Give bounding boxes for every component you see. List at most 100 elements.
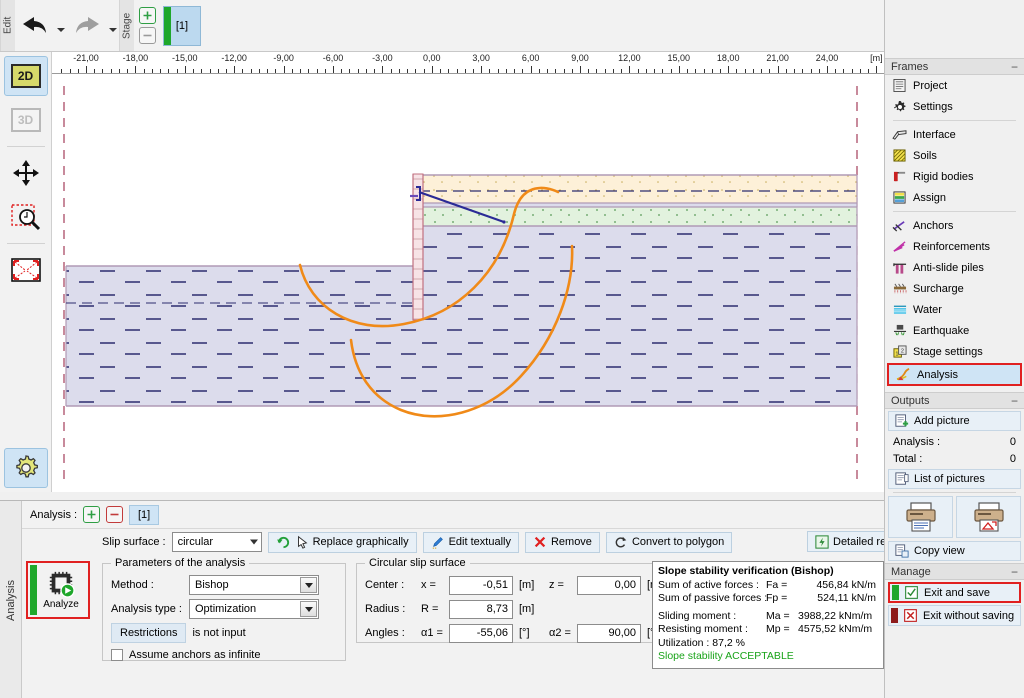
sidebar-item-label: Stage settings [913,345,983,358]
stage-tab-1[interactable]: [1] [163,5,201,46]
view-3d-button[interactable]: 3D [4,100,48,140]
ruler-tick [645,69,647,73]
ruler-tick [407,69,409,73]
sidebar-item-water[interactable]: Water [885,299,1024,320]
print-preview-button[interactable] [956,496,1021,538]
angle1-input[interactable]: -55,06 [449,623,513,643]
exit-and-save-button[interactable]: Exit and save [888,582,1021,603]
sidebar-item-label: Soils [913,149,937,162]
print-document-button[interactable] [888,496,953,538]
sidebar-item-anti-slide-piles[interactable]: Anti-slide piles [885,257,1024,278]
analysis-tab-1[interactable]: [1] [129,504,160,525]
ruler-tick [118,69,120,73]
ruler-tick [736,69,738,73]
ruler-tick [94,69,96,73]
radius-unit: [m] [519,603,535,615]
sidebar-item-label: Anchors [913,219,954,232]
redo-arrow-icon[interactable] [67,6,107,46]
sidebar-item-anchors[interactable]: Anchors [885,215,1024,236]
analysis-type-chevron-down-icon[interactable] [300,601,317,617]
sidebar-item-surcharge[interactable]: Surcharge [885,278,1024,299]
ruler-tick [242,69,244,73]
sidebar-item-earthquake[interactable]: Earthquake [885,320,1024,341]
analysis-vertical-tab-label: Analysis [4,579,17,621]
remove-analysis-minus-icon[interactable] [106,506,124,523]
view-2d-label: 2D [17,69,34,83]
angle1-label: α1 = [421,627,443,639]
sidebar-item-reinforcements[interactable]: Reinforcements [885,236,1024,257]
sidebar-item-settings[interactable]: Settings [885,96,1024,117]
ruler-tick [300,69,302,73]
convert-to-polygon-button[interactable]: Convert to polygon [605,531,733,553]
center-z-input[interactable]: 0,00 [577,575,641,595]
radius-input[interactable]: 8,73 [449,599,513,619]
ruler-label: 15,00 [667,53,691,63]
ruler-tick [522,69,524,73]
add-picture-button[interactable]: Add picture [888,411,1021,431]
analyze-button-label: Analyze [43,599,79,610]
zoom-fit-icon [10,258,41,282]
document-icon [892,78,907,93]
sidebar-item-interface[interactable]: Interface [885,124,1024,145]
ruler-tick [794,69,796,73]
view-2d-button[interactable]: 2D [3,56,48,96]
ruler-tick [431,66,433,73]
sidebar-item-stage-settings[interactable]: 1 2 Stage settings [885,341,1024,362]
remove-button[interactable]: Remove [524,531,600,553]
frames-collapse-minus-icon[interactable]: − [1011,61,1018,73]
drawing-canvas[interactable] [52,74,884,492]
angle2-label: α2 = [549,627,571,639]
manage-collapse-minus-icon[interactable]: − [1011,566,1018,578]
outputs-collapse-minus-icon[interactable]: − [1011,395,1018,407]
anchors-icon [892,218,907,233]
analysis-vertical-tab[interactable]: Analysis [0,501,22,698]
edit-textually-button[interactable]: Edit textually [422,531,519,553]
sidebar-item-soils[interactable]: Soils [885,145,1024,166]
gear-icon [892,99,907,114]
method-select[interactable]: Bishop [189,575,319,595]
ruler-tick [110,69,112,73]
zoom-window-tool-button[interactable] [4,197,48,237]
sidebar-item-label: Surcharge [913,282,964,295]
moment-val-1: 4575,52 kNm/m [798,623,873,635]
analysis-type-select[interactable]: Optimization [189,599,319,619]
plus-icon[interactable] [139,7,156,24]
analyze-button[interactable]: Analyze [26,561,90,619]
ruler-tick [127,69,129,73]
angle2-input[interactable]: 90,00 [577,623,641,643]
restrictions-button[interactable]: Restrictions [111,623,187,643]
circular-slip-surface-group: Circular slip surface Center : x = -0,51… [356,557,672,643]
sidebar-item-assign[interactable]: Assign [885,187,1024,208]
total-count-row: Total : 0 [885,450,1024,467]
edit-group-label: Edit [0,0,15,51]
redo-dropdown-caret-icon[interactable] [107,6,119,46]
undo-arrow-icon[interactable] [15,6,55,46]
ruler-tick [876,66,878,73]
add-analysis-plus-icon[interactable] [83,506,101,523]
list-of-pictures-button[interactable]: List of pictures [888,469,1021,489]
sidebar-item-project[interactable]: Project [885,75,1024,96]
radius-r-label: R = [421,603,439,615]
replace-graphically-button[interactable]: Replace graphically [267,531,417,553]
ruler-tick [86,66,87,73]
exit-and-save-label: Exit and save [924,586,991,599]
exit-save-green-bar [892,585,899,600]
minus-icon[interactable] [139,27,156,44]
method-chevron-down-icon[interactable] [300,577,317,593]
zoom-fit-tool-button[interactable] [4,250,48,290]
pan-tool-button[interactable] [4,153,48,193]
convert-arrow-icon [615,536,627,548]
ruler-tick [217,69,219,73]
undo-dropdown-caret-icon[interactable] [55,6,67,46]
sidebar-item-label: Assign [913,191,947,204]
sidebar-item-rigid-bodies[interactable]: Rigid bodies [885,166,1024,187]
sidebar-item-analysis[interactable]: Analysis [887,363,1022,386]
exit-without-saving-button[interactable]: Exit without saving [888,605,1021,626]
copy-view-button[interactable]: Copy view [888,541,1021,561]
slip-surface-select[interactable]: circular [171,532,262,552]
settings-tool-button[interactable] [4,448,48,488]
ruler-tick [827,66,828,73]
ruler-tick [678,66,680,73]
center-x-input[interactable]: -0,51 [449,575,513,595]
assume-anchors-checkbox[interactable] [111,649,123,661]
